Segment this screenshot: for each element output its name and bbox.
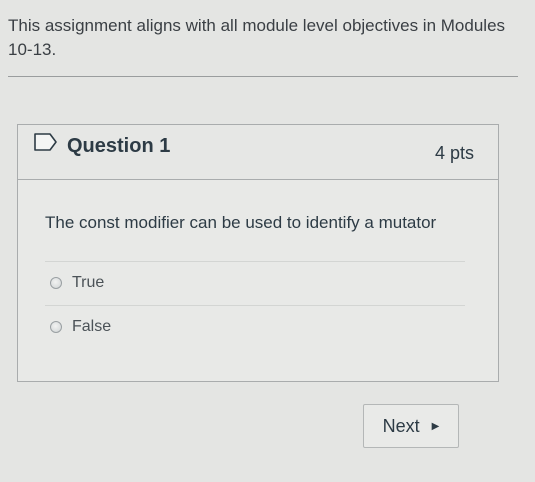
radio-button[interactable]	[50, 277, 62, 289]
question-points: 4 pts	[434, 143, 474, 163]
question-text: The const modifier can be used to identi…	[45, 213, 437, 232]
answer-separator	[45, 305, 465, 306]
question-title: Question 1	[67, 135, 171, 157]
intro-text: This assignment aligns with all module l…	[8, 16, 506, 59]
question-header: Question 1 4 pts	[18, 125, 498, 180]
answer-label: True	[72, 274, 105, 291]
answer-separator	[45, 261, 465, 262]
caret-right-icon: ▶	[431, 420, 440, 432]
radio-button[interactable]	[50, 321, 62, 333]
answer-option-false[interactable]: False	[50, 315, 111, 339]
answer-label: False	[72, 318, 112, 335]
answer-option-true[interactable]: True	[50, 271, 104, 295]
next-button[interactable]: Next ▶	[363, 404, 459, 448]
section-divider	[8, 76, 518, 77]
next-button-label: Next	[382, 415, 420, 436]
bookmark-flag-icon[interactable]	[34, 133, 58, 151]
question-card: Question 1 4 pts The const modifier can …	[17, 124, 499, 382]
